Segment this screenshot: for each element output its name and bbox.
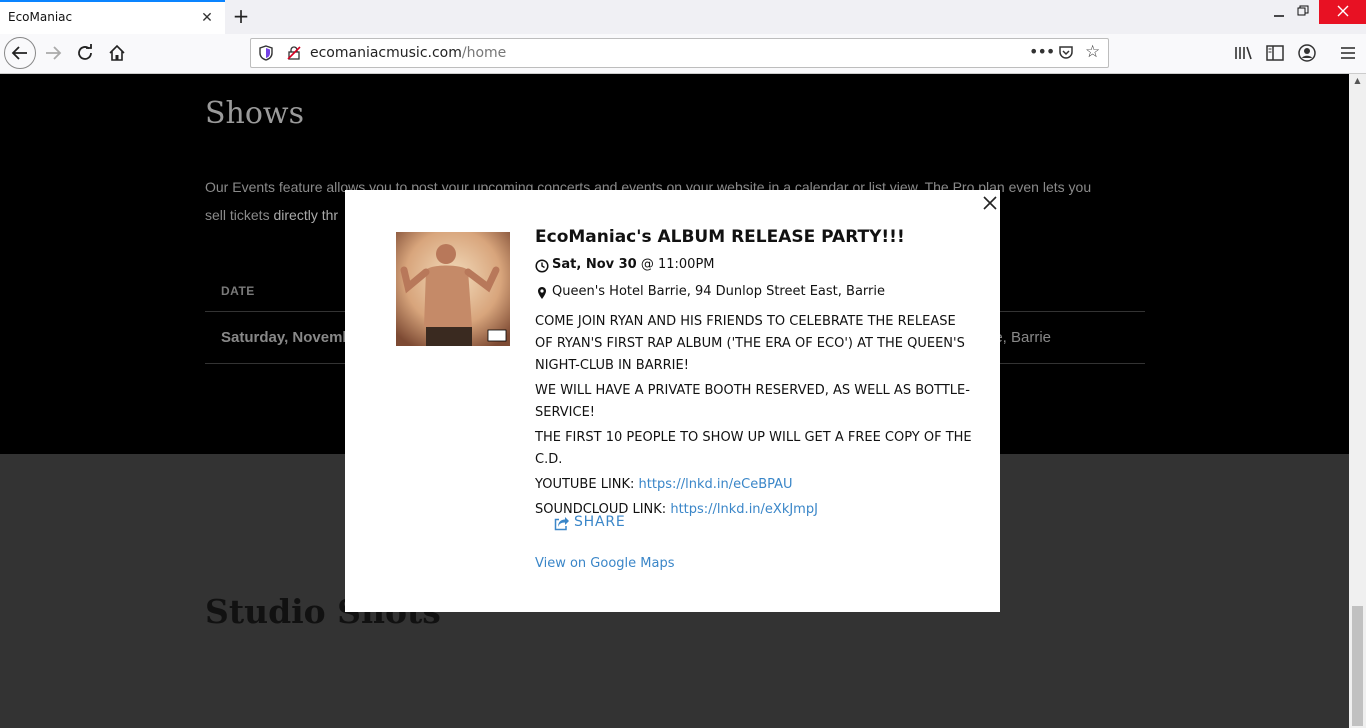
shows-heading: Shows xyxy=(205,96,305,131)
share-label: SHARE xyxy=(574,514,626,530)
map-pin-icon xyxy=(538,287,546,299)
youtube-link[interactable]: https://lnkd.in/eCeBPAU xyxy=(639,477,793,492)
scroll-thumb[interactable] xyxy=(1352,606,1363,726)
share-button[interactable]: SHARE xyxy=(554,514,626,538)
event-date: Sat, Nov 30 xyxy=(552,257,637,272)
url-domain: ecomaniacmusic.com xyxy=(310,45,462,61)
insecure-lock-icon[interactable] xyxy=(287,46,301,60)
pocket-icon[interactable] xyxy=(1058,45,1074,61)
event-title: EcoManiac's ALBUM RELEASE PARTY!!! xyxy=(535,227,905,247)
back-button[interactable] xyxy=(4,37,36,69)
sidebar-icon[interactable] xyxy=(1265,43,1285,63)
shows-desc-line-2: directly thr xyxy=(269,207,339,223)
event-details: EcoManiac's ALBUM RELEASE PARTY!!! Sat, … xyxy=(535,227,975,524)
column-header-date: DATE xyxy=(221,284,255,298)
page-scrollbar[interactable]: ▲ xyxy=(1349,74,1366,728)
sell-tickets-link[interactable]: sell tickets xyxy=(205,207,270,223)
library-icon[interactable] xyxy=(1233,43,1253,63)
url-bar[interactable]: ecomaniacmusic.com/home ••• ☆ xyxy=(250,38,1109,68)
url-text[interactable]: ecomaniacmusic.com/home xyxy=(310,45,506,61)
album-cover-image xyxy=(396,232,510,346)
event-datetime: Sat, Nov 30 @ 11:00PM xyxy=(535,257,975,284)
navigation-bar: ecomaniacmusic.com/home ••• ☆ xyxy=(0,34,1366,74)
tracking-shield-icon[interactable] xyxy=(259,45,273,61)
description-paragraph: THE FIRST 10 PEOPLE TO SHOW UP WILL GET … xyxy=(535,430,972,467)
event-modal: EcoManiac's ALBUM RELEASE PARTY!!! Sat, … xyxy=(345,190,1000,612)
home-button[interactable] xyxy=(102,38,132,68)
youtube-line: YOUTUBE LINK: https://lnkd.in/eCeBPAU xyxy=(535,474,975,496)
modal-close-icon[interactable] xyxy=(981,194,999,212)
description-paragraph: WE WILL HAVE A PRIVATE BOOTH RESERVED, A… xyxy=(535,383,970,420)
forward-button[interactable] xyxy=(38,38,68,68)
bookmark-star-icon[interactable]: ☆ xyxy=(1085,42,1100,62)
tab-ecomaniac[interactable]: EcoManiac ✕ xyxy=(0,0,225,34)
window-close-icon[interactable] xyxy=(1319,0,1366,24)
soundcloud-link[interactable]: https://lnkd.in/eXkJmpJ xyxy=(670,502,818,517)
event-address: Queen's Hotel Barrie, 94 Dunlop Street E… xyxy=(552,284,885,299)
tab-title: EcoManiac xyxy=(8,10,73,24)
clock-icon xyxy=(535,259,549,273)
event-time: @ 11:00PM xyxy=(636,257,715,272)
page-actions-more-icon[interactable]: ••• xyxy=(1029,42,1055,61)
google-maps-link[interactable]: View on Google Maps xyxy=(535,556,675,571)
new-tab-button[interactable]: + xyxy=(229,3,253,29)
hamburger-menu-icon[interactable] xyxy=(1338,43,1358,63)
tab-close-icon[interactable]: ✕ xyxy=(199,8,215,28)
reload-button[interactable] xyxy=(70,38,100,68)
event-location: Queen's Hotel Barrie, 94 Dunlop Street E… xyxy=(535,284,975,311)
scroll-up-icon[interactable]: ▲ xyxy=(1349,76,1366,90)
tab-bar: EcoManiac ✕ + xyxy=(0,0,1366,34)
youtube-label: YOUTUBE LINK: xyxy=(535,477,639,492)
event-date-cell: Saturday, Novemb xyxy=(221,329,352,346)
description-paragraph: COME JOIN RYAN AND HIS FRIENDS TO CELEBR… xyxy=(535,314,965,373)
share-icon xyxy=(554,517,569,531)
url-path: /home xyxy=(461,45,507,61)
event-description: COME JOIN RYAN AND HIS FRIENDS TO CELEBR… xyxy=(535,311,975,521)
account-icon[interactable] xyxy=(1297,43,1317,63)
